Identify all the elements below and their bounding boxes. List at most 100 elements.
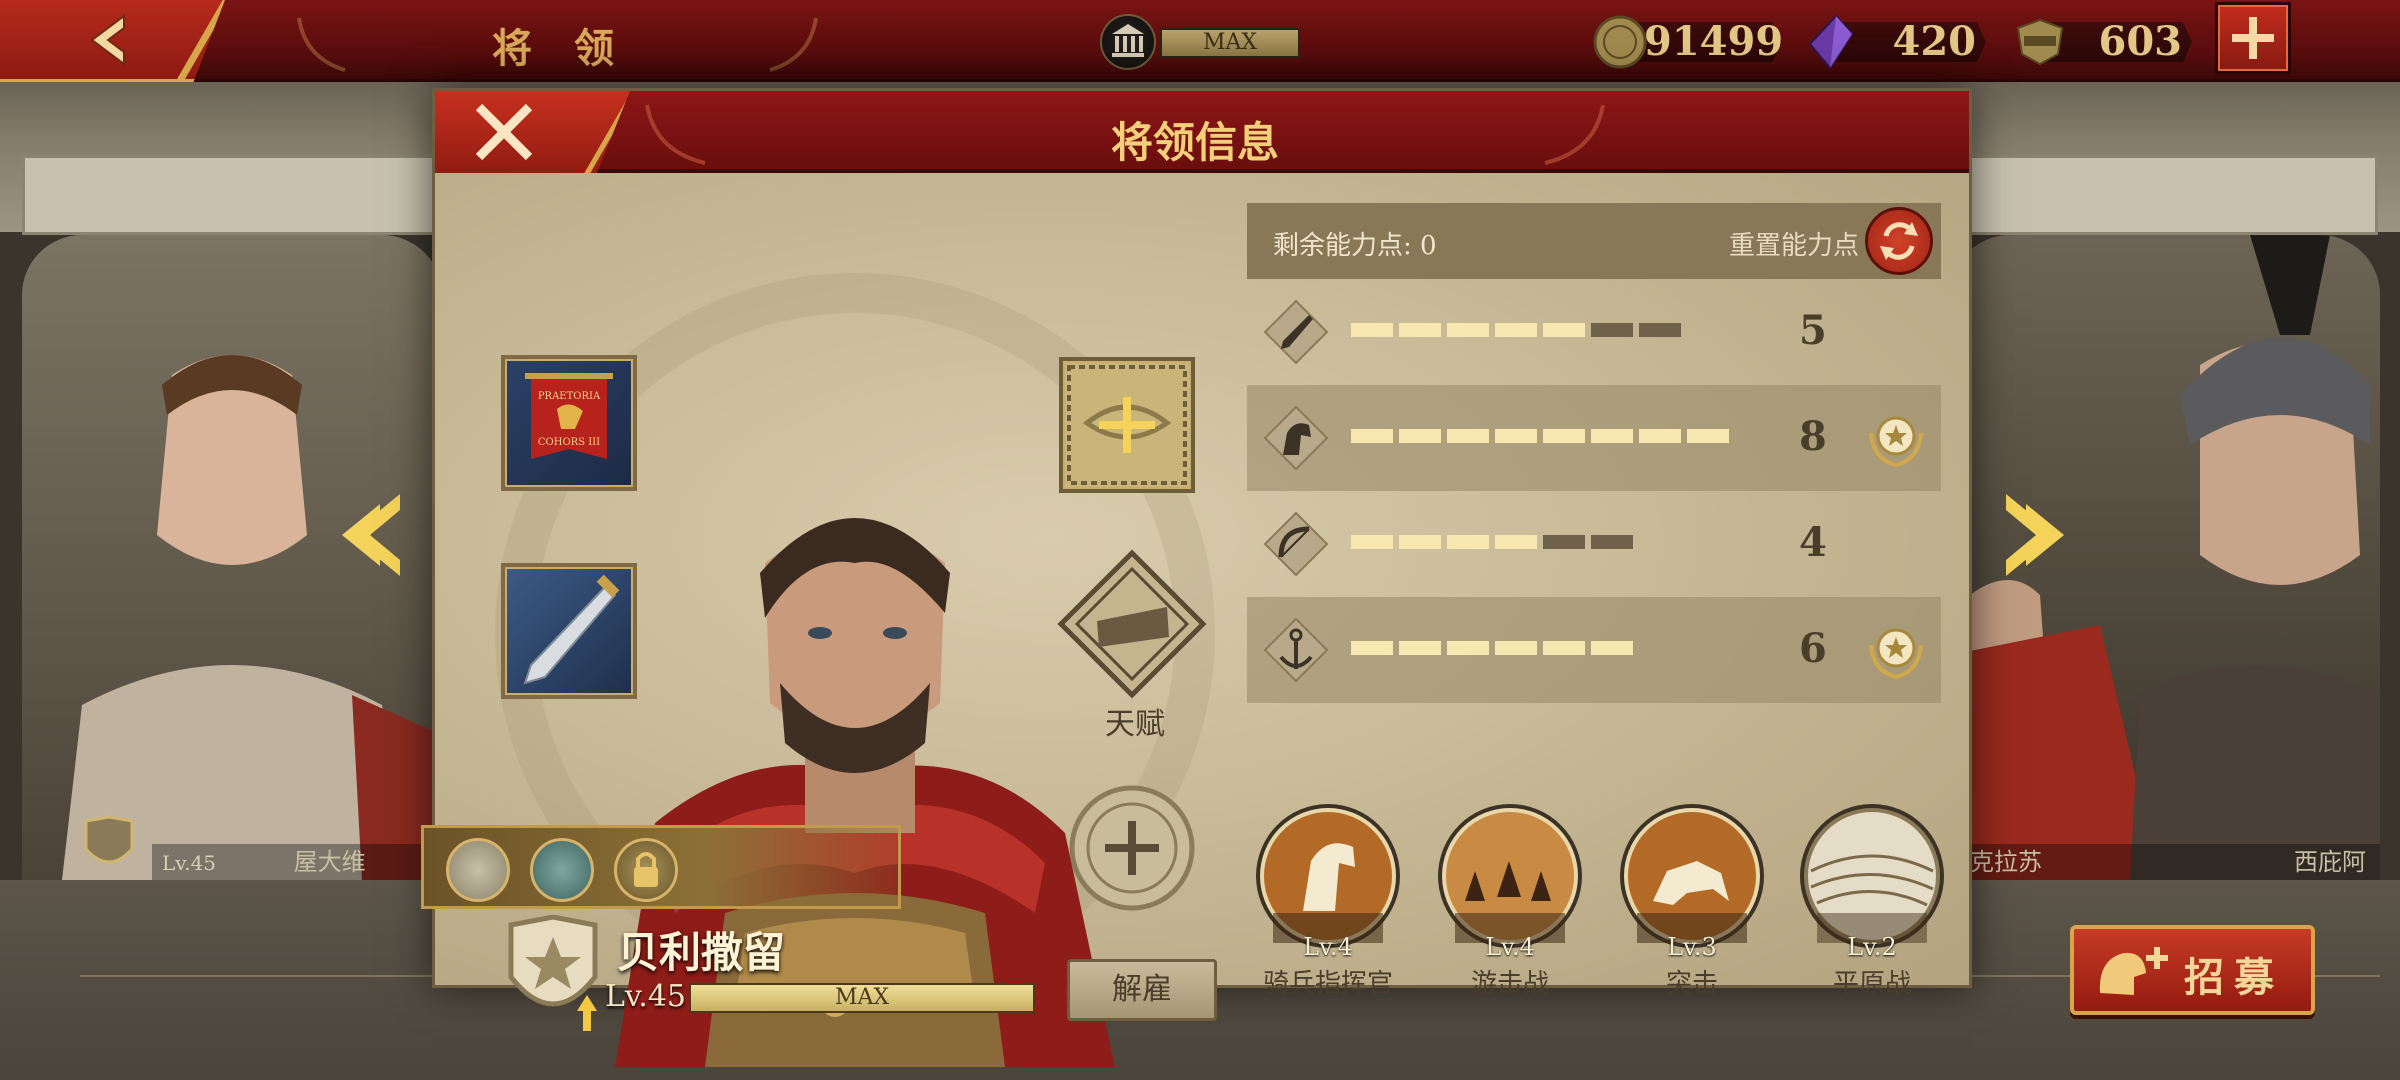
formation-tray	[421, 825, 901, 909]
stat-bar-segment	[1543, 535, 1585, 549]
talisman-slot[interactable]	[1059, 357, 1195, 493]
skill-name: 骑兵指挥官	[1262, 969, 1393, 999]
next-general-arrow-icon[interactable]	[1996, 490, 2066, 580]
general-info-modal: 将领信息 PRAETORIA COHORS III 天赋 贝利撒留 Lv.45 …	[421, 88, 1972, 1067]
close-icon	[475, 103, 533, 161]
spqr-value: 603	[2098, 18, 2183, 65]
stat-bar-segment	[1447, 429, 1489, 443]
back-arrow-icon	[90, 14, 125, 66]
stat-bar-segment	[1351, 535, 1393, 549]
shield-horse-icon[interactable]	[446, 838, 510, 902]
stat-bar-segment	[1399, 429, 1441, 443]
laurel-right-icon	[769, 17, 818, 72]
skill-name: 平原战	[1832, 969, 1911, 999]
general-level-bar: MAX	[689, 983, 1035, 1013]
rank-shield-icon	[508, 915, 598, 1031]
stat-bar-segment	[1543, 641, 1585, 655]
stat-bar-segment	[1399, 535, 1441, 549]
coin-counter[interactable]: 91499	[1592, 14, 1783, 70]
general-name: 贝利撒留	[617, 928, 786, 977]
helmet-plus-icon	[2099, 947, 2168, 995]
skill-level: Lv.4	[1485, 933, 1535, 961]
stat-bar-segment	[1399, 323, 1441, 337]
stat-bar-segment	[1687, 429, 1729, 443]
stat-row-navy: 6	[1247, 597, 1941, 703]
spqr-icon	[2016, 18, 2064, 66]
right-card-partial-name: 克拉苏	[1970, 848, 2042, 876]
sword-icon	[1263, 299, 1329, 365]
stat-value-navy: 6	[1799, 625, 1827, 672]
dismiss-button[interactable]: 解雇	[1067, 959, 1217, 1021]
coin-icon	[1593, 15, 1647, 69]
top-bar: 将 领 MAX 91499 420 603	[0, 0, 2400, 82]
gem-counter[interactable]: 420	[1806, 14, 1991, 70]
horse-icon	[1263, 405, 1329, 471]
treasury-max-label: MAX	[1160, 28, 1300, 58]
ability-points-bar: 剩余能力点: 0 重置能力点	[1247, 203, 1941, 279]
general-level: Lv.45	[605, 979, 687, 1014]
stat-bar-segment	[1543, 429, 1585, 443]
add-skill-button[interactable]	[1067, 783, 1197, 913]
stat-bar-segment	[1399, 641, 1441, 655]
beast-emblem-icon[interactable]	[530, 838, 594, 902]
ability-points-value: 0	[1420, 231, 1437, 261]
stat-bar-segment	[1495, 429, 1537, 443]
skill-guerrilla[interactable]	[1435, 801, 1585, 951]
stat-value-cavalry: 8	[1799, 413, 1827, 460]
treasury-icon	[1100, 14, 1156, 70]
skill-level: Lv.3	[1667, 933, 1717, 961]
skill-assault[interactable]	[1617, 801, 1767, 951]
anchor-icon	[1263, 617, 1329, 683]
stat-bar-segment	[1447, 323, 1489, 337]
rank-shield-icon	[84, 815, 134, 864]
talent-label: 天赋	[1105, 707, 1165, 742]
treasury-capacity[interactable]: MAX	[1100, 14, 1300, 70]
stat-bar-segment	[1351, 429, 1393, 443]
spqr-counter[interactable]: 603	[2012, 14, 2202, 70]
right-card-name: 西庇阿	[2294, 848, 2366, 876]
stat-bar-segment	[1591, 323, 1633, 337]
skill-level: Lv.4	[1303, 933, 1353, 961]
laurel-left-icon	[297, 17, 346, 72]
skill-cavalry-commander[interactable]	[1253, 801, 1403, 951]
add-resource-button[interactable]	[2215, 2, 2291, 74]
skill-plains-battle[interactable]	[1797, 801, 1947, 951]
recruit-button[interactable]: 招募	[2070, 925, 2315, 1015]
banner-slot[interactable]: PRAETORIA COHORS III	[501, 355, 637, 491]
left-card-level: Lv.45	[162, 851, 217, 875]
stat-bar-segment	[1591, 535, 1633, 549]
stat-row-infantry: 5	[1247, 279, 1941, 385]
refresh-icon	[1880, 222, 1918, 260]
page-title: 将 领	[492, 25, 628, 72]
modal-body: PRAETORIA COHORS III 天赋 贝利撒留 Lv.45 MAX 解…	[421, 173, 1969, 1067]
modal-header: 将领信息	[435, 91, 1969, 173]
stat-bar-segment	[1639, 323, 1681, 337]
laurel-star-badge-icon	[1869, 416, 1923, 468]
legion-banner-icon: PRAETORIA COHORS III	[525, 373, 613, 459]
stat-bar-segment	[1639, 429, 1681, 443]
skill-level: Lv.2	[1847, 933, 1897, 961]
stat-row-cavalry: 8	[1247, 385, 1941, 491]
reset-points-button[interactable]	[1865, 207, 1933, 275]
talent-button[interactable]	[1057, 549, 1207, 699]
close-button[interactable]	[435, 91, 630, 173]
banner-text-bottom: COHORS III	[538, 437, 600, 448]
gem-value: 420	[1892, 18, 1977, 65]
back-button[interactable]	[0, 0, 225, 82]
lock-icon[interactable]	[614, 838, 678, 902]
stat-value-infantry: 5	[1799, 307, 1827, 354]
weapon-slot[interactable]	[501, 563, 637, 699]
eye-of-horus-plus-icon	[1067, 365, 1187, 485]
stat-bar-segment	[1591, 429, 1633, 443]
reset-points-label: 重置能力点	[1729, 231, 1860, 261]
banner-text-top: PRAETORIA	[538, 391, 601, 402]
recruit-label: 招募	[2184, 954, 2284, 1001]
stat-bar-segment	[1447, 641, 1489, 655]
stat-value-archer: 4	[1799, 519, 1827, 566]
plus-icon	[2232, 17, 2274, 59]
prev-general-arrow-icon[interactable]	[340, 490, 410, 580]
stat-bar-segment	[1495, 535, 1537, 549]
ability-points-label: 剩余能力点:	[1273, 231, 1412, 261]
laurel-star-badge-icon	[1869, 628, 1923, 680]
stat-bar-segment	[1495, 641, 1537, 655]
